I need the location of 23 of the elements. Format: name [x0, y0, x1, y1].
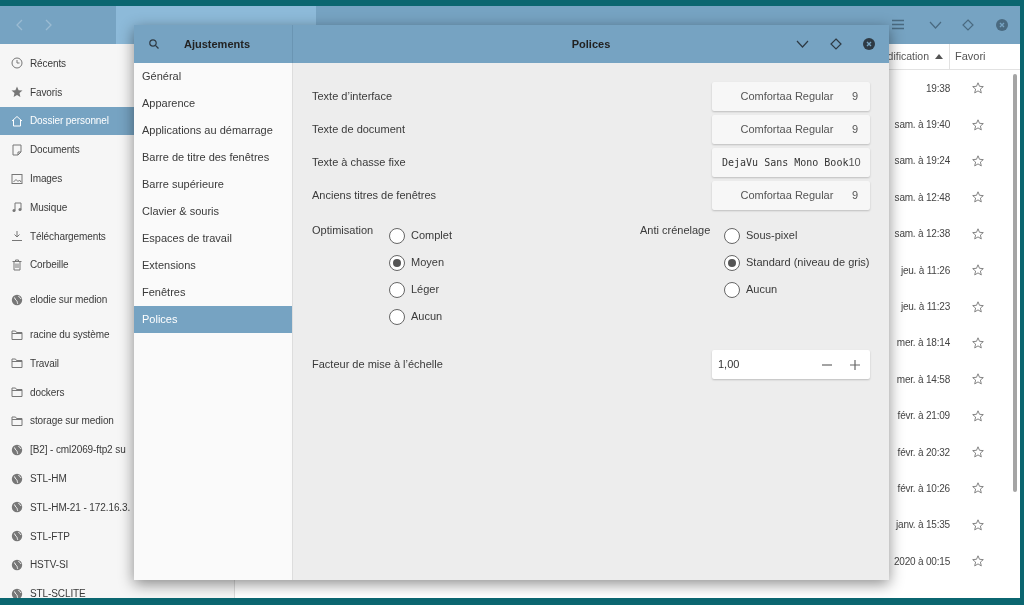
- table-cell-text: févr. à 10:26: [897, 482, 950, 496]
- panel-title: Polices: [571, 36, 611, 52]
- table-cell-text: mer. à 18:14: [896, 336, 950, 351]
- app-title: Ajustements: [184, 37, 251, 52]
- table-cell-text: sam. à 19:24: [894, 154, 950, 169]
- table-cell-text: sam. à 12:48: [894, 190, 950, 205]
- table-cell-text: 19:38: [925, 81, 950, 96]
- table-cell-text: jeu. à 11:23: [900, 300, 950, 315]
- font-label: Anciens titres de fenêtres: [312, 188, 437, 204]
- table-cell-text: janv. à 15:35: [896, 518, 950, 533]
- font-label: Texte à chasse fixe: [312, 155, 406, 171]
- table-cell-text: sam. à 12:38: [894, 227, 950, 242]
- table-cell-text: févr. à 21:09: [897, 409, 950, 424]
- scale-label: Facteur de mise à l’échelle: [312, 357, 443, 373]
- group-label: Optimisation: [312, 223, 375, 238]
- table-cell-text: sam. à 19:40: [894, 118, 950, 133]
- table-cell-text: jeu. à 11:26: [900, 263, 950, 278]
- group-label: Anti crénelage: [640, 223, 712, 238]
- table-cell-text: févr. à 20:32: [897, 445, 950, 460]
- font-label: Texte de document: [312, 122, 405, 138]
- table-cell-text: mer. à 14:58: [896, 372, 950, 387]
- table-cell-text: 2020 à 00:15: [894, 554, 950, 569]
- font-label: Texte d’interface: [312, 89, 393, 105]
